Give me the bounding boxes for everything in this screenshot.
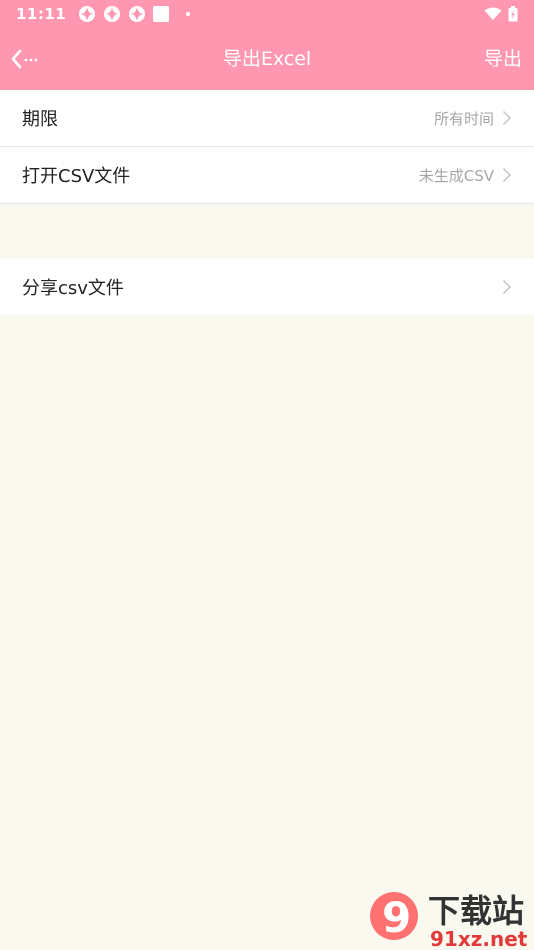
battery-icon xyxy=(508,6,518,22)
open-csv-right: 未生成CSV xyxy=(419,165,512,186)
watermark-url: 91xz.net xyxy=(430,927,528,950)
notification-icons xyxy=(78,5,191,23)
status-right-icons xyxy=(484,6,518,22)
status-time: 11:11 xyxy=(16,5,67,23)
open-csv-value: 未生成CSV xyxy=(418,166,494,185)
period-row[interactable]: 期限 所有时间 xyxy=(0,90,534,146)
square-notification-icon xyxy=(153,6,170,22)
open-csv-row[interactable]: 打开CSV文件 未生成CSV xyxy=(0,147,534,203)
divider xyxy=(0,203,534,204)
export-button[interactable]: 导出 xyxy=(484,28,522,90)
wifi-icon xyxy=(484,7,502,20)
open-csv-label: 打开CSV文件 xyxy=(22,166,131,187)
period-label: 期限 xyxy=(22,109,58,130)
period-right: 所有时间 xyxy=(434,108,512,129)
app-notification-icon xyxy=(79,6,96,22)
app-notification-icon xyxy=(129,6,146,22)
watermark-logo: 9 下载站 91xz.net xyxy=(370,892,528,950)
app-notification-icon xyxy=(104,6,121,22)
status-bar: 11:11 xyxy=(0,0,534,28)
share-csv-row[interactable]: 分享csv文件 xyxy=(0,259,534,315)
share-csv-label: 分享csv文件 xyxy=(22,278,124,299)
page-title: 导出Excel xyxy=(222,48,312,70)
chevron-right-icon xyxy=(502,279,512,295)
share-csv-right xyxy=(502,279,512,295)
chevron-right-icon xyxy=(502,110,512,126)
period-value: 所有时间 xyxy=(433,109,494,128)
chevron-right-icon xyxy=(502,167,512,183)
watermark-title: 下载站 xyxy=(428,892,524,930)
app-root: 11:11 导出Excel 导出 期限 所有时间 打开CSV文件 未生成CSV … xyxy=(0,0,534,950)
title-bar: 导出Excel 导出 xyxy=(0,28,534,90)
watermark-logo-text: 9 xyxy=(382,893,411,942)
dot-icon xyxy=(186,12,191,16)
